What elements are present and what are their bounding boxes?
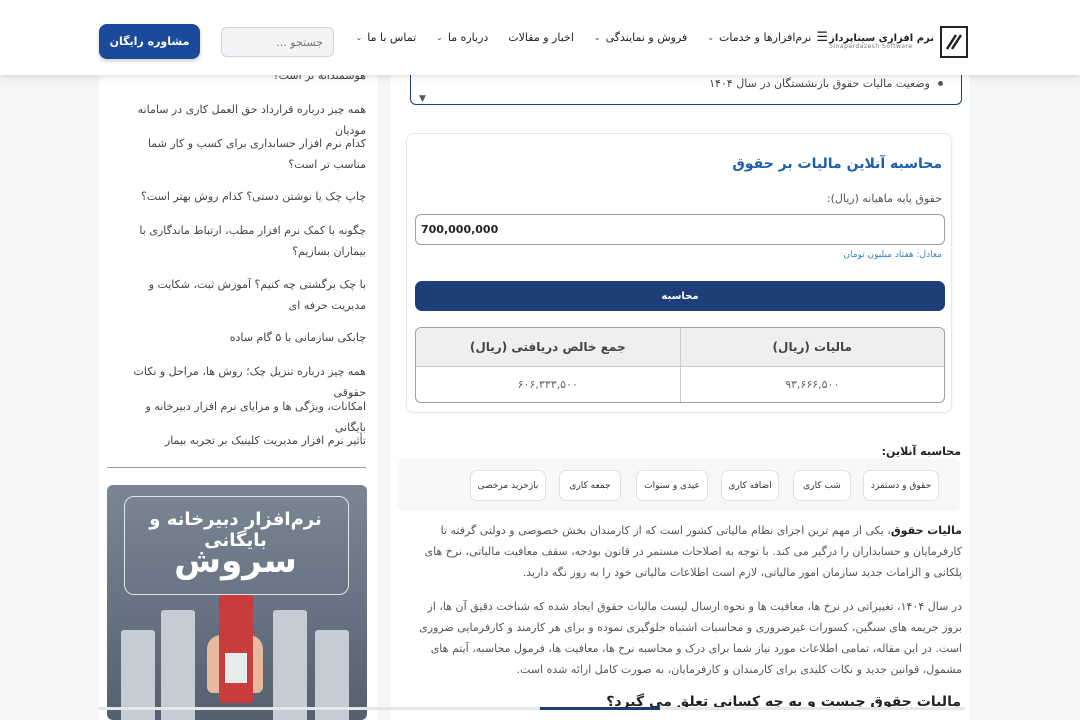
logo-text-en: Sinapardazesh Software [829,43,913,51]
chip-bonus[interactable]: عیدی و سنوات [636,470,708,501]
article-text: ، یکی از مهم ترین اجزای نظام مالیاتی کشو… [440,524,891,537]
article-text: است. در این مقاله، تمامی اطلاعات مورد نی… [430,642,962,655]
sidebar: هوشمندانه تر است؟ همه چیز درباره قرارداد… [99,75,378,720]
online-calc-chips: حقوق و دستمزد شب کاری اضافه کاری عیدی و … [398,459,960,511]
page-scroll-indicator[interactable] [540,707,660,710]
salary-input[interactable] [415,214,945,245]
article-text: در سال ۱۴۰۴، تغییراتی در نرخ ها، معافیت … [427,600,962,613]
main-nav: ☰ نرم‌افزارها و خدمات ⌄ فروش و نمایندگی … [356,30,828,45]
toc-item[interactable]: وضعیت مالیات حقوق بازنشستگان در سال ۱۴۰۴ [709,77,943,90]
folder-illustration [219,595,253,703]
chip-payroll[interactable]: حقوق و دستمزد [863,470,939,501]
result-header-tax: مالیات (ریال) [680,328,944,367]
resize-arrow-icon[interactable]: ▼ [419,94,426,104]
online-calc-title: محاسبه آنلاین: [881,445,961,458]
shelf-decoration [161,610,195,720]
nav-item-label: نرم‌افزارها و خدمات [719,31,812,44]
nav-item-news[interactable]: اخبار و مقالات [508,31,574,44]
article-paragraph: در سال ۱۴۰۴، تغییراتی در نرخ ها، معافیت … [398,596,962,680]
article-text: مشمول، قوانین جدید و نکات کلیدی برای کار… [516,663,962,676]
article-text: کارفرمایان و حسابداران را درگیر می کند. … [424,545,962,558]
salary-input-label: حقوق پایه ماهیانه (ریال): [826,192,942,205]
nav-item-contact[interactable]: تماس با ما ⌄ [356,31,417,44]
article-text: بروز جریمه های سنگین، کسورات غیرضروری و … [419,621,962,634]
result-table: مالیات (ریال) جمع خالص دریافتی (ریال) ۹۳… [415,327,945,403]
sidebar-item[interactable]: با چک برگشتی چه کنیم؟ آموزش ثبت، شکایت و… [118,274,366,316]
chip-night-shift[interactable]: شب کاری [793,470,851,501]
page-scroll-track [99,707,965,710]
menu-icon: ☰ [816,30,828,45]
sidebar-item[interactable]: چابکی سازمانی با ۵ گام ساده [118,327,366,348]
sidebar-item[interactable]: چگونه با کمک نرم افزار مطب، ارتباط ماندگ… [118,220,366,262]
main-content: وضعیت مالیات حقوق بازنشستگان در سال ۱۴۰۴… [390,75,970,720]
site-logo[interactable]: نرم افزاری سیناپرداز Sinapardazesh Softw… [829,24,968,60]
nav-item-label: فروش و نمایندگی [605,31,688,44]
result-value-tax: ۹۳,۶۶۶,۵۰۰ [785,377,840,391]
result-header-net: جمع خالص دریافتی (ریال) [416,328,681,367]
chevron-down-icon: ⌄ [707,33,715,42]
shelf-decoration [273,610,307,720]
nav-item-label: درباره ما [447,31,489,44]
toc-item-label: وضعیت مالیات حقوق بازنشستگان در سال ۱۴۰۴ [709,77,930,90]
nav-item-sales[interactable]: فروش و نمایندگی ⌄ [594,31,687,44]
banner-frame: نرم‌افزار دبیرخانه و بایگانی سروش [124,496,349,595]
logo-icon [940,26,968,58]
sidebar-item[interactable]: هوشمندانه تر است؟ [118,75,366,86]
article-text: پلکانی و الزامات جدید سازمان امور مالیات… [522,566,962,579]
nav-item-label: اخبار و مقالات [508,31,574,44]
nav-item-products[interactable]: ☰ نرم‌افزارها و خدمات ⌄ [707,30,828,45]
sorush-banner[interactable]: نرم‌افزار دبیرخانه و بایگانی سروش [107,485,367,720]
banner-title: سروش [174,541,297,581]
bullet-icon [938,81,943,86]
search-input[interactable] [221,27,334,57]
result-value-net: ۶۰۶,۳۳۳,۵۰۰ [416,366,681,402]
sidebar-item[interactable]: تأثیر نرم افزار مدیریت کلینیک بر تجربه ب… [118,430,366,451]
free-consultation-button[interactable]: مشاوره رایگان [99,24,200,59]
nav-item-about[interactable]: درباره ما ⌄ [436,31,488,44]
equivalent-text: معادل: هفتاد میلیون تومان [843,250,942,260]
chevron-down-icon: ⌄ [593,33,601,42]
site-header: نرم افزاری سیناپرداز Sinapardazesh Softw… [0,0,1080,75]
article-keyword[interactable]: مالیات حقوق [891,524,962,537]
calculate-button[interactable]: محاسبه [415,281,945,311]
sidebar-item[interactable]: چاپ چک یا نوشتن دستی؟ کدام روش بهتر است؟ [118,186,366,207]
article-paragraph: مالیات حقوق، یکی از مهم ترین اجزای نظام … [398,520,962,583]
calculator-title: محاسبه آنلاین مالیات بر حقوق [732,156,942,172]
folder-label [225,653,247,683]
chevron-down-icon: ⌄ [436,33,443,42]
chip-leave-buyback[interactable]: بازخرید مرخصی [470,470,546,501]
tax-calculator: محاسبه آنلاین مالیات بر حقوق حقوق پایه م… [406,133,952,413]
sidebar-item[interactable]: کدام نرم افزار حسابداری برای کسب و کار ش… [118,133,366,175]
chip-friday-work[interactable]: جمعه کاری [559,470,621,501]
table-of-contents: وضعیت مالیات حقوق بازنشستگان در سال ۱۴۰۴… [410,75,962,105]
nav-item-label: تماس با ما [367,31,417,44]
chevron-down-icon: ⌄ [355,33,363,42]
sidebar-divider [107,467,366,468]
chip-overtime[interactable]: اضافه کاری [721,470,779,501]
